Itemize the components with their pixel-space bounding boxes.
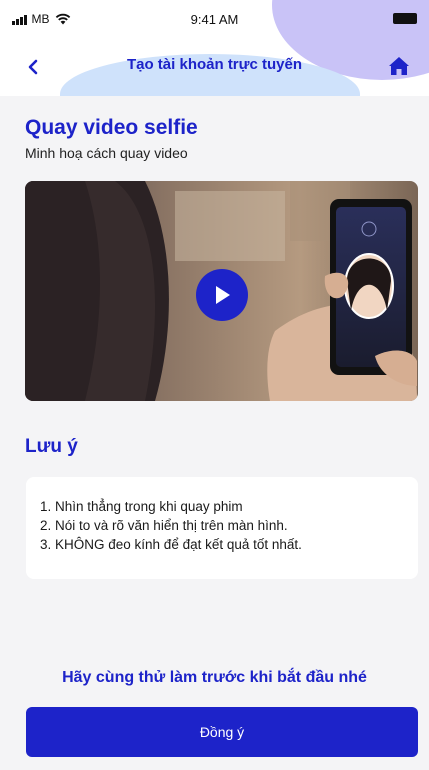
play-icon xyxy=(216,286,230,304)
note-item: 1. Nhìn thẳng trong khi quay phim xyxy=(40,499,243,514)
battery-icon xyxy=(393,13,417,24)
nav-bar: Tạo tài khoản trực tuyến xyxy=(0,44,429,88)
home-button[interactable] xyxy=(383,50,415,82)
note-item: 3. KHÔNG đeo kính để đạt kết quả tốt nhấ… xyxy=(40,537,302,552)
note-title: Lưu ý xyxy=(25,436,78,457)
try-first-hint: Hãy cùng thử làm trước khi bắt đầu nhé xyxy=(62,669,367,686)
nav-title: Tạo tài khoản trực tuyến xyxy=(126,56,303,73)
status-time: 9:41 AM xyxy=(190,12,239,27)
home-icon xyxy=(389,57,409,75)
video-preview[interactable] xyxy=(25,181,418,401)
status-bar: MB 9:41 AM xyxy=(0,0,429,40)
agree-button[interactable]: Đồng ý xyxy=(26,707,418,757)
page-title: Quay video selfie xyxy=(25,116,198,139)
play-button[interactable] xyxy=(196,269,248,321)
note-card: 1. Nhìn thẳng trong khi quay phim 2. Nói… xyxy=(26,477,418,579)
page-subtitle: Minh hoạ cách quay video xyxy=(25,145,188,161)
note-item: 2. Nói to và rõ văn hiển thị trên màn hì… xyxy=(40,518,288,533)
